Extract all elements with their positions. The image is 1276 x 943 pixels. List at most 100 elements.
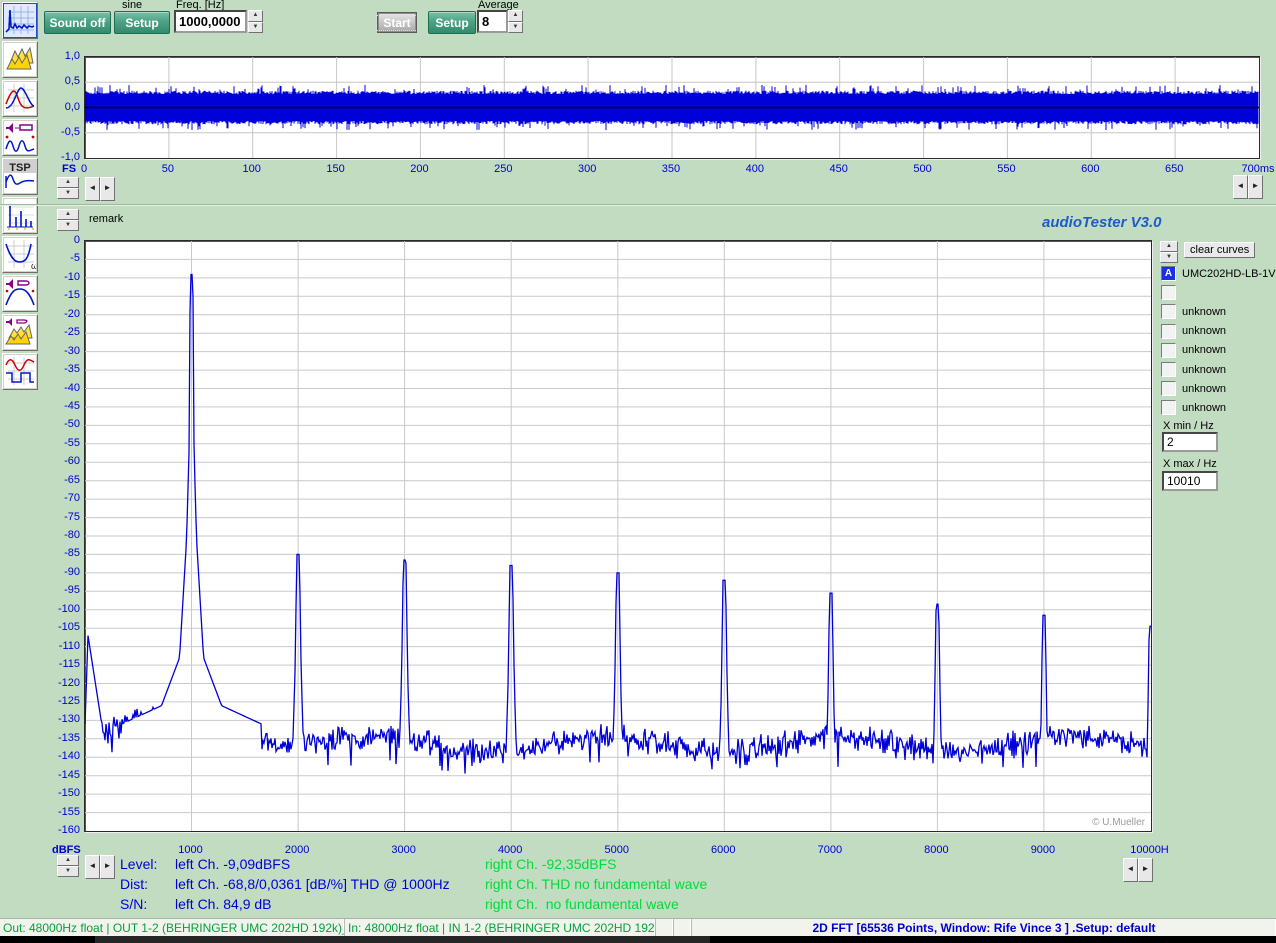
- curve-checkbox[interactable]: [1161, 362, 1176, 377]
- status-out-device: Out: 48000Hz float | OUT 1-2 (BEHRINGER …: [0, 919, 345, 937]
- fft-scroll-arrows: ◄ ►: [85, 855, 115, 879]
- scope-right-scroll-left-icon[interactable]: ◄: [1233, 175, 1248, 199]
- scope-plot[interactable]: [84, 56, 1260, 159]
- signal-scope-icon: [4, 355, 36, 388]
- fft-y-tick: -120: [40, 677, 80, 689]
- average-spin-up-icon[interactable]: ▲: [508, 10, 523, 22]
- curve-checkbox[interactable]: [1161, 304, 1176, 319]
- fft-right-scroll-right-icon[interactable]: ►: [1138, 858, 1153, 882]
- sn-left-value: left Ch. 84,9 dB: [175, 896, 272, 912]
- tool-acoustic-response-button[interactable]: [2, 275, 38, 312]
- acoustic-response-icon: [4, 277, 36, 310]
- status-in-device: In: 48000Hz float | IN 1-2 (BEHRINGER UM…: [345, 919, 656, 937]
- scope-scroll-right-icon[interactable]: ►: [100, 177, 115, 201]
- curve-checkbox[interactable]: [1161, 400, 1176, 415]
- fft-y-tick: -105: [40, 621, 80, 633]
- tool-tsp-measurement-button[interactable]: TSP: [2, 158, 38, 195]
- fft-y-tick: -75: [40, 511, 80, 523]
- acoustic-waterfall-icon: [4, 316, 36, 349]
- analyzer-setup-button[interactable]: Setup: [428, 11, 476, 34]
- scope-zoom-up-icon[interactable]: ▲: [57, 177, 79, 188]
- curve-row: A UMC202HD-LB-1Vp: [1161, 265, 1276, 282]
- fft-y-tick: -10: [40, 271, 80, 283]
- tool-frequency-response-button[interactable]: [2, 80, 38, 117]
- scope-scroll-arrows: ◄ ►: [85, 177, 115, 201]
- fft-y-tick: -35: [40, 363, 80, 375]
- tool-waterfall-3d-button[interactable]: [2, 41, 38, 78]
- scope-y-tick: -1,0: [40, 151, 80, 163]
- scope-y-tick: 1,0: [40, 50, 80, 62]
- scope-y-tick: 0,5: [40, 75, 80, 87]
- fft-y-tick: -110: [40, 640, 80, 652]
- curve-label: UMC202HD-LB-1Vp: [1182, 268, 1276, 280]
- impedance-resistor-icon: [4, 121, 36, 154]
- average-input[interactable]: [477, 10, 508, 33]
- curve-checkbox[interactable]: [1161, 285, 1176, 300]
- clear-curves-button[interactable]: clear curves: [1184, 242, 1255, 258]
- curve-checkbox[interactable]: [1161, 343, 1176, 358]
- fft-zoom-down-icon[interactable]: ▼: [57, 866, 79, 877]
- status-bar: Out: 48000Hz float | OUT 1-2 (BEHRINGER …: [0, 918, 1276, 937]
- scope-x-tick: 200: [399, 163, 439, 175]
- fft-plot[interactable]: © U.Mueller: [84, 240, 1152, 832]
- average-spin-down-icon[interactable]: ▼: [508, 22, 523, 34]
- fft-y-tick: -125: [40, 695, 80, 707]
- tool-harmonic-spectrum-button[interactable]: [2, 197, 38, 234]
- start-button[interactable]: Start: [377, 12, 417, 33]
- curve-spin-up-icon[interactable]: ▲: [1160, 241, 1178, 252]
- curve-row: unknown: [1161, 303, 1226, 320]
- curve-label: unknown: [1182, 364, 1226, 376]
- scope-zoom-down-icon[interactable]: ▼: [57, 188, 79, 199]
- fft-scroll-left-icon[interactable]: ◄: [85, 855, 100, 879]
- fft-y-tick: -85: [40, 547, 80, 559]
- fft-y-tick: -80: [40, 529, 80, 541]
- level-label: Level:: [120, 856, 157, 872]
- scope-right-scroll-right-icon[interactable]: ►: [1248, 175, 1263, 199]
- curve-label: unknown: [1182, 344, 1226, 356]
- average-spinner: ▲ ▼: [508, 10, 523, 33]
- scope-x-tick: 500: [903, 163, 943, 175]
- fft-x-tick: 2000: [269, 844, 325, 856]
- fft-zoom-up-icon[interactable]: ▲: [57, 855, 79, 866]
- curve-row: unknown: [1161, 361, 1226, 378]
- curve-checkbox-a[interactable]: A: [1161, 266, 1176, 281]
- fft-y-tick: -40: [40, 382, 80, 394]
- fft-right-scroll-left-icon[interactable]: ◄: [1123, 858, 1138, 882]
- tool-acoustic-waterfall-button[interactable]: [2, 314, 38, 351]
- freq-spin-up-icon[interactable]: ▲: [248, 10, 263, 22]
- scope-y-tick: 0,0: [40, 101, 80, 113]
- fft-spectrum-icon: [4, 4, 36, 37]
- status-empty-cell-1: [656, 919, 674, 937]
- curve-checkbox[interactable]: [1161, 381, 1176, 396]
- fft-y-tick: -15: [40, 289, 80, 301]
- remark-spin-up-icon[interactable]: ▲: [57, 209, 79, 220]
- freq-input[interactable]: [174, 10, 247, 33]
- tool-impedance-omega-button[interactable]: ω: [2, 236, 38, 273]
- scope-scroll-left-icon[interactable]: ◄: [85, 177, 100, 201]
- xmin-input[interactable]: [1162, 432, 1218, 452]
- xmax-label: X max / Hz: [1163, 458, 1217, 470]
- fft-y-tick: -115: [40, 658, 80, 670]
- tool-impedance-resistor-button[interactable]: [2, 119, 38, 156]
- fft-x-tick: 7000: [802, 844, 858, 856]
- curve-label: unknown: [1182, 402, 1226, 414]
- fft-scroll-right-icon[interactable]: ►: [100, 855, 115, 879]
- fft-zoom-spinner: ▲ ▼: [57, 855, 79, 877]
- generator-setup-button[interactable]: Setup: [114, 11, 170, 34]
- tool-fft-spectrum-button[interactable]: [2, 2, 38, 39]
- fft-y-tick: -5: [40, 252, 80, 264]
- fft-spectrum-curve: [85, 241, 1151, 831]
- tool-signal-scope-button[interactable]: [2, 353, 38, 390]
- curve-checkbox[interactable]: [1161, 324, 1176, 339]
- xmin-label: X min / Hz: [1163, 420, 1214, 432]
- watermark: © U.Mueller: [1092, 817, 1145, 828]
- fft-y-tick: 0: [40, 234, 80, 246]
- fft-x-tick: 5000: [589, 844, 645, 856]
- sound-off-button[interactable]: Sound off: [44, 11, 111, 34]
- remark-spin-down-icon[interactable]: ▼: [57, 220, 79, 231]
- fft-scroll-arrows-right: ◄ ►: [1123, 858, 1153, 882]
- freq-spin-down-icon[interactable]: ▼: [248, 22, 263, 34]
- curve-spin-down-icon[interactable]: ▼: [1160, 252, 1178, 263]
- curve-label: unknown: [1182, 383, 1226, 395]
- xmax-input[interactable]: [1162, 471, 1218, 491]
